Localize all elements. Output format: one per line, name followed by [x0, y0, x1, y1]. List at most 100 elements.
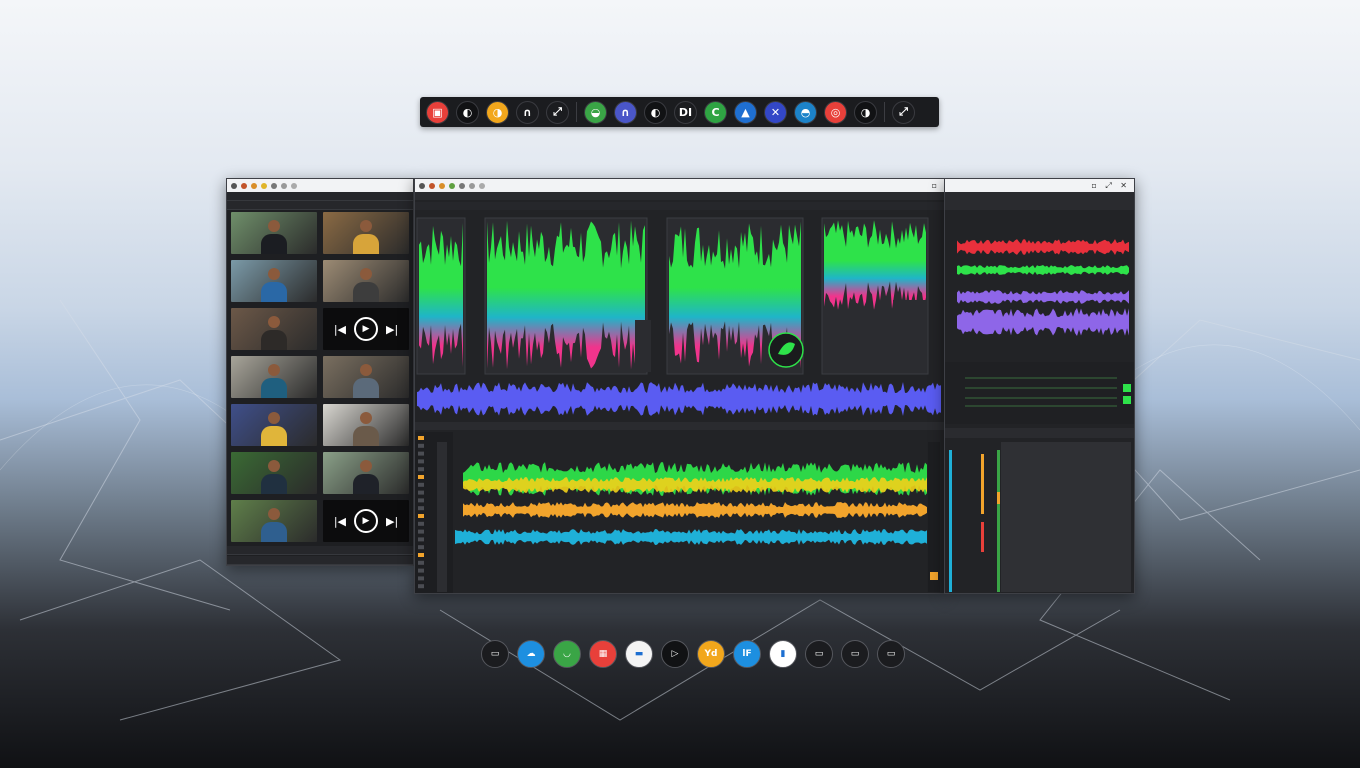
- next-icon[interactable]: ▶|: [386, 515, 398, 528]
- video-thumbnail[interactable]: [323, 452, 409, 494]
- dock-bottle-icon[interactable]: ▮: [769, 640, 797, 668]
- window-controls[interactable]: ▫: [932, 181, 940, 190]
- track-control: [418, 545, 424, 550]
- app-green-icon[interactable]: ◒: [584, 100, 607, 124]
- channel-meter: [997, 450, 1000, 592]
- mixer-lanes: [945, 362, 1134, 424]
- track-control: [418, 537, 424, 542]
- dock-dark-2-icon[interactable]: ▭: [805, 640, 833, 668]
- editor-toolbar: [415, 192, 944, 200]
- media-browser-status: [227, 556, 413, 565]
- play-icon[interactable]: ▶: [354, 509, 378, 533]
- track-control: [418, 467, 424, 472]
- toolbar-icon[interactable]: [251, 182, 257, 189]
- toolbar-icon[interactable]: [449, 182, 455, 189]
- toolbar-icon[interactable]: [231, 182, 237, 189]
- previous-icon[interactable]: |◀: [334, 515, 346, 528]
- person-figure: [261, 460, 287, 494]
- track-control: [418, 475, 424, 479]
- video-player-preview[interactable]: |◀ ▶ ▶|: [323, 500, 409, 542]
- app-half-icon[interactable]: ◐: [644, 100, 667, 124]
- dock-orange-icon[interactable]: Yd: [697, 640, 725, 668]
- link-chain-icon[interactable]: ⤢: [892, 100, 915, 124]
- track-control: [418, 443, 424, 448]
- app-teal-icon[interactable]: ◓: [794, 100, 817, 124]
- video-thumbnail[interactable]: [323, 212, 409, 254]
- track-scroll: [437, 442, 447, 592]
- mixer-titlebar: ▫ ⤢ ✕: [945, 179, 1134, 192]
- video-thumbnail[interactable]: [323, 404, 409, 446]
- toolbar-icon[interactable]: [241, 182, 247, 189]
- track-control: [418, 584, 424, 589]
- dock-blue-icon[interactable]: ☁: [517, 640, 545, 668]
- app-di-icon[interactable]: DI: [674, 100, 697, 124]
- dock-blue-2-icon[interactable]: lF: [733, 640, 761, 668]
- video-thumbnail[interactable]: [231, 356, 317, 398]
- toolbar-icon[interactable]: [291, 182, 297, 189]
- app-drop-icon[interactable]: ▲: [734, 100, 757, 124]
- video-thumbnail[interactable]: [231, 500, 317, 542]
- editor-ruler: [415, 202, 944, 210]
- mixer-toolbar: [945, 192, 1134, 210]
- toolbar-icon[interactable]: [271, 182, 277, 189]
- toolbar-icon[interactable]: [261, 182, 267, 189]
- dock-dark-3-icon[interactable]: ▭: [841, 640, 869, 668]
- media-browser-titlebar: [227, 179, 413, 192]
- toolbar-icon[interactable]: [459, 182, 465, 189]
- video-player-preview[interactable]: |◀ ▶ ▶|: [323, 308, 409, 350]
- video-thumbnail[interactable]: [231, 404, 317, 446]
- mixer-panel: ▫ ⤢ ✕: [944, 178, 1135, 594]
- link-icon[interactable]: ⤢: [546, 100, 569, 124]
- dock-green-icon[interactable]: ◡: [553, 640, 581, 668]
- person-figure: [261, 220, 287, 254]
- mixer-canvas[interactable]: [945, 192, 1134, 593]
- media-browser-toolbar: [227, 192, 413, 201]
- toolbar-icon[interactable]: [419, 182, 425, 189]
- track-divider: [415, 422, 944, 430]
- toolbar-icon[interactable]: [439, 182, 445, 189]
- video-thumbnail[interactable]: [231, 212, 317, 254]
- video-thumbnail[interactable]: [323, 260, 409, 302]
- meter-light: [1123, 384, 1131, 392]
- app-moon-icon[interactable]: ◑: [854, 100, 877, 124]
- dock-separator: [884, 102, 885, 122]
- spectrum-clip: [824, 220, 926, 310]
- app-cross-icon[interactable]: ✕: [764, 100, 787, 124]
- track-control: [418, 498, 424, 503]
- person-figure: [353, 268, 379, 302]
- track-control: [418, 482, 424, 487]
- track-control: [418, 529, 424, 534]
- toolbar-icon[interactable]: [479, 182, 485, 189]
- dock-dark-icon[interactable]: ▭: [481, 640, 509, 668]
- app-red-ring-icon[interactable]: ◎: [824, 100, 847, 124]
- waveform-canvas[interactable]: [415, 192, 944, 593]
- toolbar-icon[interactable]: [429, 182, 435, 189]
- toolbar-icon[interactable]: [281, 182, 287, 189]
- dock-dark-4-icon[interactable]: ▭: [877, 640, 905, 668]
- window-controls[interactable]: ▫ ⤢ ✕: [1091, 181, 1130, 191]
- dock-white-icon[interactable]: ▬: [625, 640, 653, 668]
- app-red-icon[interactable]: ▣: [426, 100, 449, 124]
- app-green-c-icon[interactable]: C: [704, 100, 727, 124]
- app-blue-icon[interactable]: ∩: [614, 100, 637, 124]
- yellow-waveform-overlay: [463, 477, 927, 493]
- app-yellow-icon[interactable]: ◑: [486, 100, 509, 124]
- next-icon[interactable]: ▶|: [386, 323, 398, 336]
- bottom-app-dock: ▭ ☁ ◡ ▦ ▬ ▷ Yd lF ▮ ▭ ▭ ▭: [481, 640, 905, 670]
- video-thumbnail[interactable]: [231, 260, 317, 302]
- toolbar-icon[interactable]: [469, 182, 475, 189]
- media-browser-panel: |◀ ▶ ▶| |◀ ▶ ▶|: [226, 178, 414, 566]
- dock-play-icon[interactable]: ▷: [661, 640, 689, 668]
- track-control: [418, 560, 424, 565]
- track-control: [418, 553, 424, 557]
- channel-meter: [949, 450, 952, 592]
- mixer-pane: [1001, 442, 1131, 592]
- app-outline-icon[interactable]: ∩: [516, 100, 539, 124]
- video-thumbnail[interactable]: [231, 308, 317, 350]
- dock-red-icon[interactable]: ▦: [589, 640, 617, 668]
- play-icon[interactable]: ▶: [354, 317, 378, 341]
- previous-icon[interactable]: |◀: [334, 323, 346, 336]
- video-thumbnail[interactable]: [323, 356, 409, 398]
- video-thumbnail[interactable]: [231, 452, 317, 494]
- app-dark-icon[interactable]: ◐: [456, 100, 479, 124]
